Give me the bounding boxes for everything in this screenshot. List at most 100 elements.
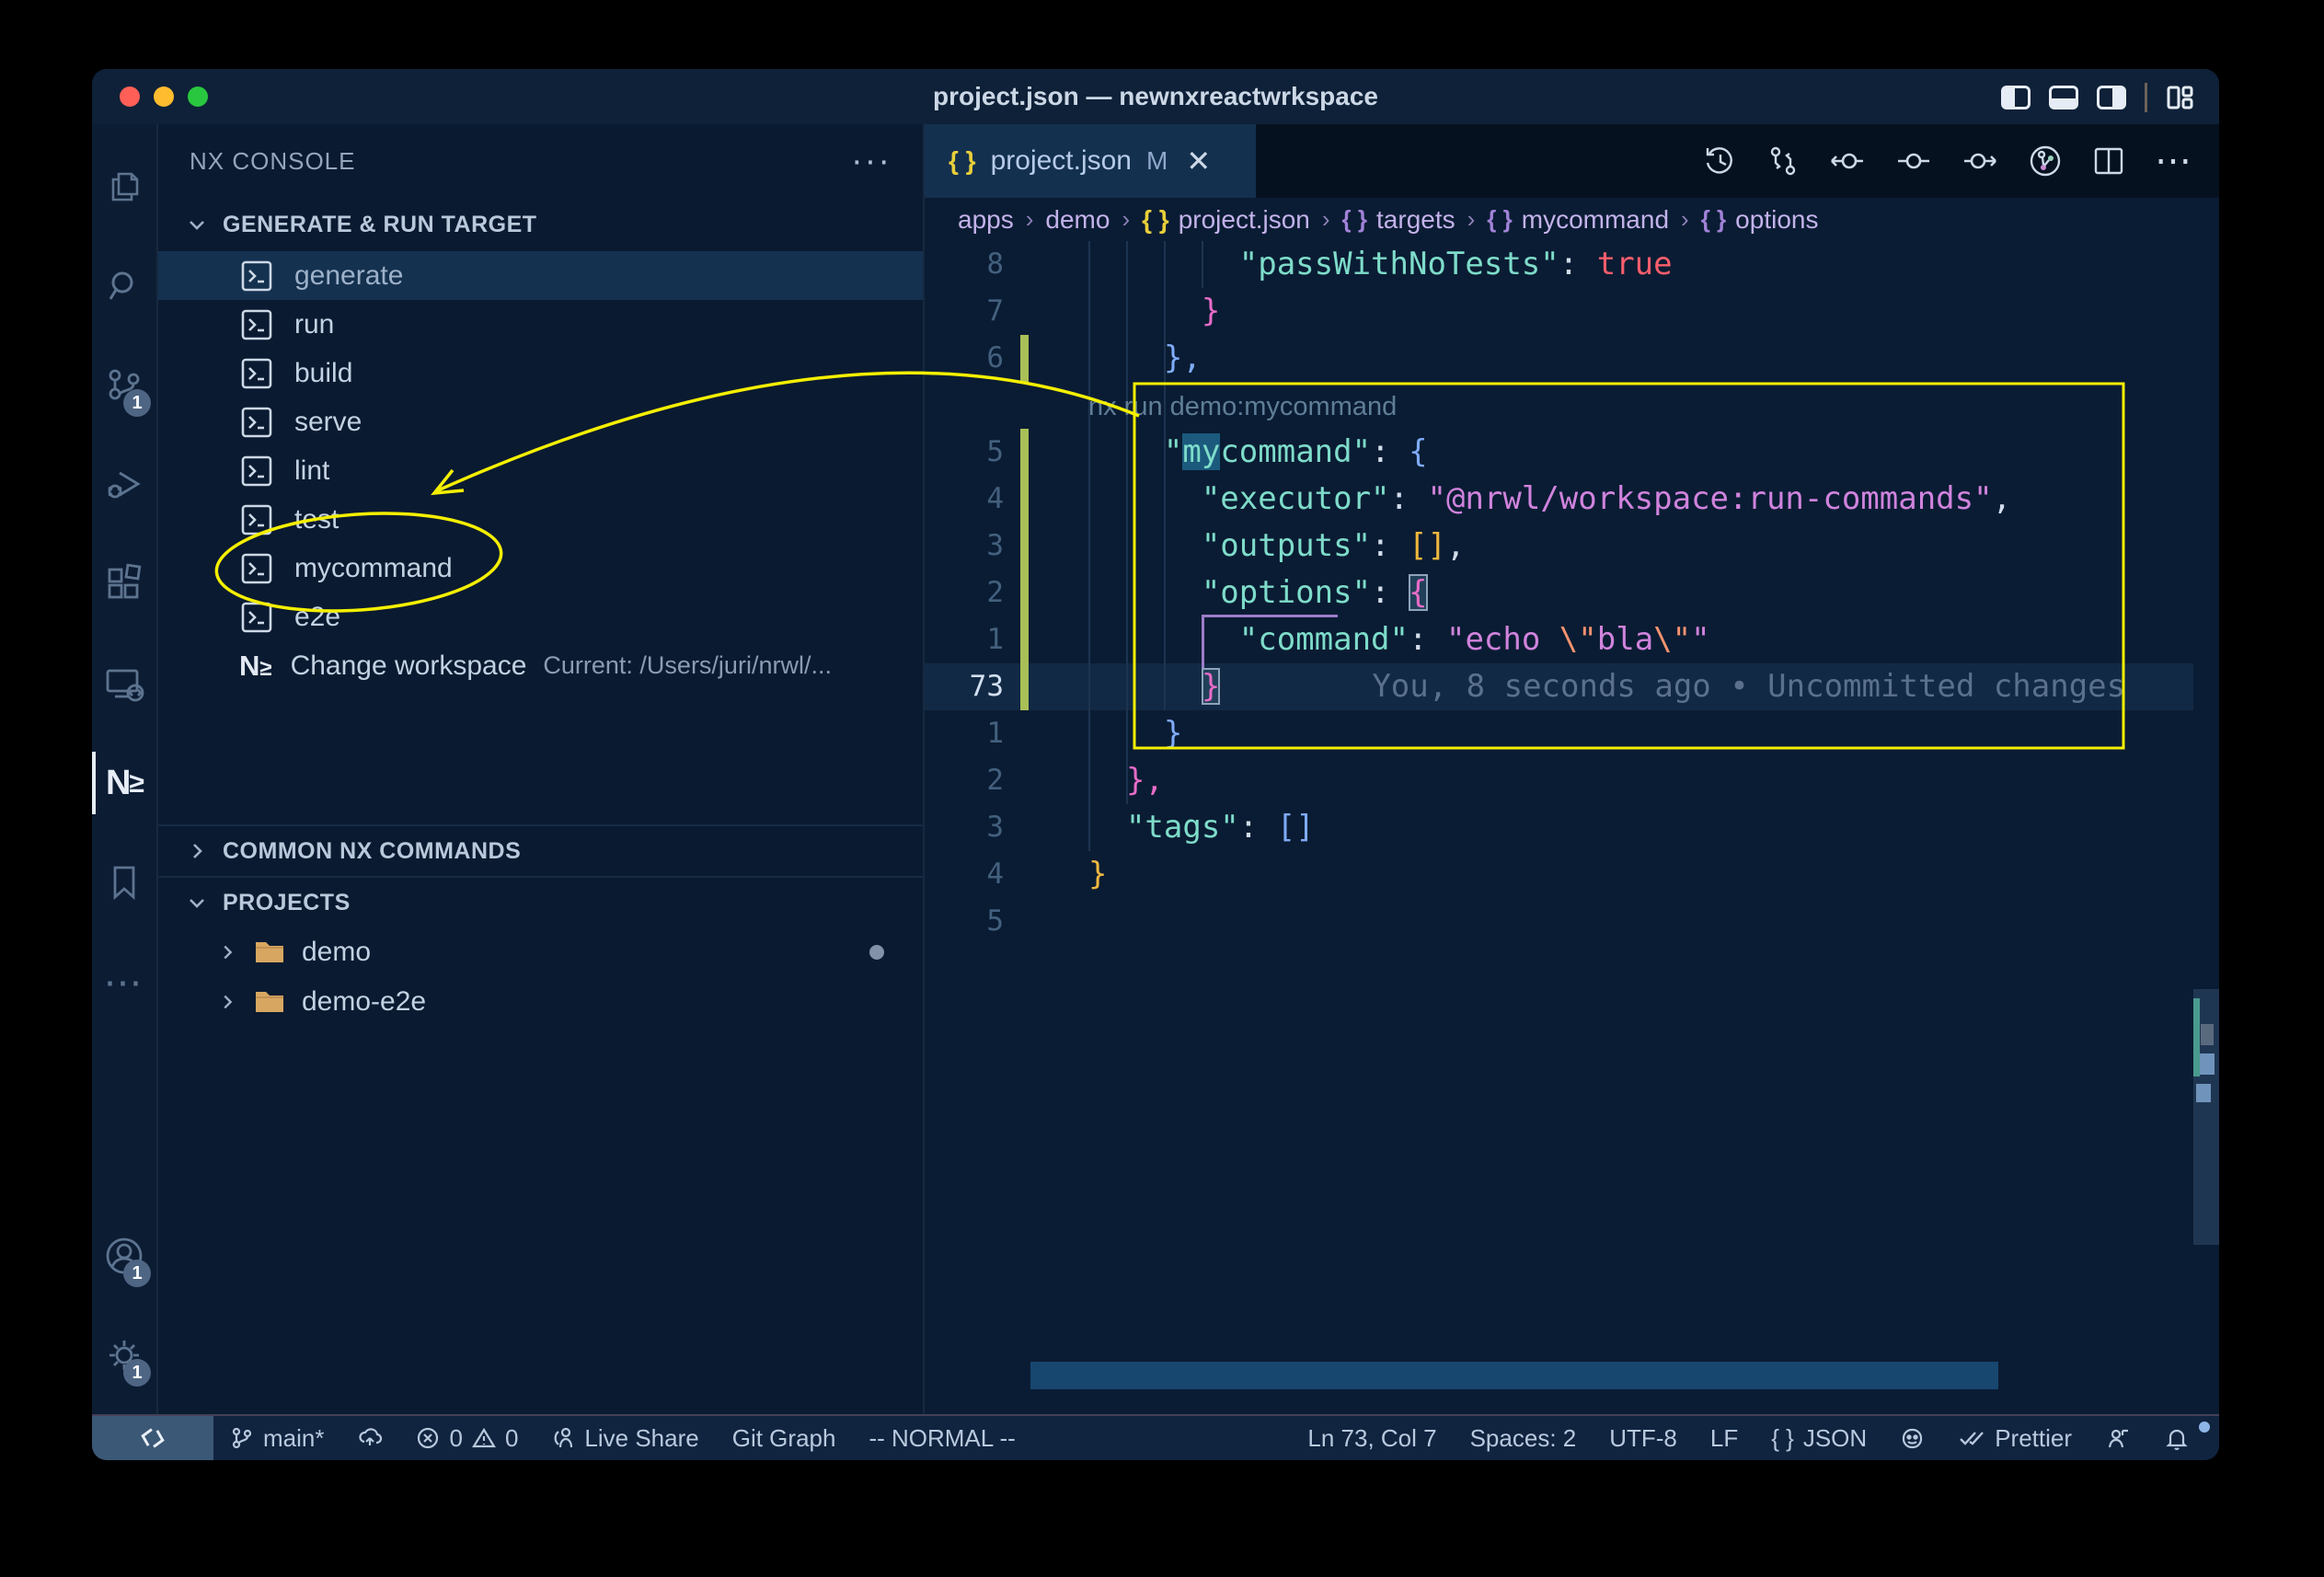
editor-more-actions-icon[interactable]: ⋯	[2155, 156, 2192, 166]
sidebar-target-item[interactable]: run	[158, 300, 923, 349]
code-token: \"	[1559, 621, 1597, 658]
run-debug-icon[interactable]	[92, 435, 156, 535]
section-common-nx-commands[interactable]: COMMON NX COMMANDS	[158, 824, 923, 876]
change-workspace-item[interactable]: N≥ Change workspace Current: /Users/juri…	[158, 641, 923, 690]
project-row[interactable]: demo-e2e	[158, 977, 923, 1027]
breadcrumb-item[interactable]: { }options	[1701, 205, 1819, 235]
tour-status[interactable]	[2088, 1425, 2147, 1451]
accounts-icon[interactable]: 1	[92, 1206, 156, 1306]
branch-status[interactable]: main*	[213, 1424, 340, 1453]
section-label: COMMON NX COMMANDS	[223, 838, 521, 865]
project-row[interactable]: demo	[158, 927, 923, 977]
indentation-status[interactable]: Spaces: 2	[1454, 1424, 1593, 1453]
notifications-status[interactable]	[2147, 1425, 2206, 1451]
git-graph-status[interactable]: Git Graph	[716, 1424, 853, 1453]
prettier-label: Prettier	[1995, 1424, 2072, 1453]
extensions-icon[interactable]	[92, 535, 156, 634]
live-share-status[interactable]: Live Share	[535, 1424, 715, 1453]
braces-icon: { }	[1701, 205, 1726, 234]
sidebar-target-item[interactable]: build	[158, 349, 923, 397]
horizontal-scrollbar[interactable]	[1030, 1362, 1998, 1389]
sidebar-target-item[interactable]: test	[158, 495, 923, 544]
overview-ruler-mark	[2193, 998, 2200, 1076]
layout-controls	[2001, 83, 2193, 112]
sidebar-target-item[interactable]: lint	[158, 446, 923, 495]
remote-icon	[139, 1424, 167, 1452]
code-line: 5 "mycommand": {	[925, 429, 2219, 476]
timeline-history-icon[interactable]	[1704, 144, 1737, 178]
cursor-position-status[interactable]: Ln 73, Col 7	[1291, 1424, 1453, 1453]
prettier-status[interactable]: Prettier	[1941, 1424, 2088, 1453]
code-token: {	[1409, 433, 1427, 470]
code-line: 5	[925, 898, 2219, 945]
chevron-right-icon	[217, 942, 237, 962]
warning-icon	[472, 1426, 496, 1450]
tab-bar: { } project.json M ✕	[925, 124, 2219, 198]
search-icon[interactable]	[92, 236, 156, 336]
remote-explorer-icon[interactable]	[92, 634, 156, 733]
code-token: },	[1126, 762, 1164, 799]
git-blame-annotation: You, 8 seconds ago • Uncommitted changes	[1372, 668, 2125, 705]
breadcrumb-item[interactable]: { }mycommand	[1487, 205, 1669, 235]
problems-status[interactable]: 0 0	[399, 1424, 535, 1453]
tab-project-json[interactable]: { } project.json M ✕	[925, 124, 1256, 198]
codelens-run-command[interactable]: nx run demo:mycommand	[1088, 392, 1397, 421]
eol-status[interactable]: LF	[1694, 1424, 1755, 1453]
close-tab-icon[interactable]: ✕	[1186, 144, 1211, 178]
close-window-button[interactable]	[120, 86, 140, 107]
gitlens-graph-icon[interactable]	[2028, 144, 2063, 178]
sidebar-target-item[interactable]: generate	[158, 251, 923, 300]
toggle-sidebar-icon[interactable]	[2001, 86, 2031, 109]
breadcrumb-separator: ›	[1122, 205, 1130, 234]
code-token: "outputs"	[1202, 527, 1371, 564]
titlebar-divider	[2145, 83, 2147, 112]
more-views-icon[interactable]: ⋯	[92, 932, 156, 1031]
source-control-icon[interactable]: 1	[92, 336, 156, 435]
code-token	[1088, 574, 1202, 611]
target-label: lint	[294, 455, 329, 487]
minimize-window-button[interactable]	[154, 86, 174, 107]
section-projects[interactable]: PROJECTS	[158, 876, 923, 927]
language-mode-status[interactable]: { } JSON	[1755, 1424, 1883, 1453]
sidebar-target-item[interactable]: mycommand	[158, 544, 923, 593]
maximize-window-button[interactable]	[188, 86, 208, 107]
explorer-icon[interactable]	[92, 137, 156, 236]
warning-count: 0	[505, 1424, 518, 1453]
breadcrumb-item[interactable]: apps	[958, 205, 1014, 235]
code-line: 6 },	[925, 335, 2219, 382]
current-change-icon[interactable]	[1895, 144, 1932, 178]
code-line: 3 "outputs": [],	[925, 523, 2219, 570]
code-line: 73 }You, 8 seconds ago • Uncommitted cha…	[925, 663, 2219, 710]
breadcrumb-item[interactable]: { }project.json	[1142, 205, 1310, 235]
code-editor[interactable]: 8 "passWithNoTests": true7 }6 },nx run d…	[925, 241, 2219, 1414]
section-generate-run-target[interactable]: GENERATE & RUN TARGET	[158, 198, 923, 251]
line-number: 7	[925, 288, 1004, 335]
feedback-smiley-status[interactable]	[1883, 1426, 1941, 1451]
toggle-panel-icon[interactable]	[2049, 86, 2078, 109]
code-token: }	[1202, 293, 1220, 329]
code-token	[1427, 621, 1445, 658]
compare-changes-icon[interactable]	[1766, 144, 1800, 178]
breadcrumb-item[interactable]: demo	[1045, 205, 1110, 235]
sidebar-more-actions-icon[interactable]: ···	[851, 152, 892, 170]
sync-status[interactable]	[340, 1425, 399, 1451]
code-token	[1088, 668, 1202, 705]
sidebar-target-item[interactable]: e2e	[158, 593, 923, 641]
customize-layout-icon[interactable]	[2166, 84, 2193, 111]
breadcrumb-separator: ›	[1467, 205, 1476, 234]
line-number: 2	[925, 570, 1004, 616]
split-editor-icon[interactable]	[2092, 144, 2125, 178]
change-workspace-description: Current: /Users/juri/nrwl/...	[543, 651, 846, 680]
next-change-icon[interactable]	[1962, 144, 1998, 178]
bookmarks-icon[interactable]	[92, 833, 156, 932]
breadcrumb-item[interactable]: { }targets	[1342, 205, 1455, 235]
nx-console-icon[interactable]: N≥	[92, 733, 156, 833]
encoding-status[interactable]: UTF-8	[1593, 1424, 1694, 1453]
previous-change-icon[interactable]	[1829, 144, 1866, 178]
remote-indicator[interactable]	[92, 1416, 213, 1460]
settings-gear-icon[interactable]: 1	[92, 1306, 156, 1405]
toggle-secondary-sidebar-icon[interactable]	[2097, 86, 2126, 109]
sidebar-target-item[interactable]: serve	[158, 397, 923, 446]
code-token: \"	[1653, 621, 1691, 658]
vim-mode-status[interactable]: -- NORMAL --	[852, 1424, 1031, 1453]
